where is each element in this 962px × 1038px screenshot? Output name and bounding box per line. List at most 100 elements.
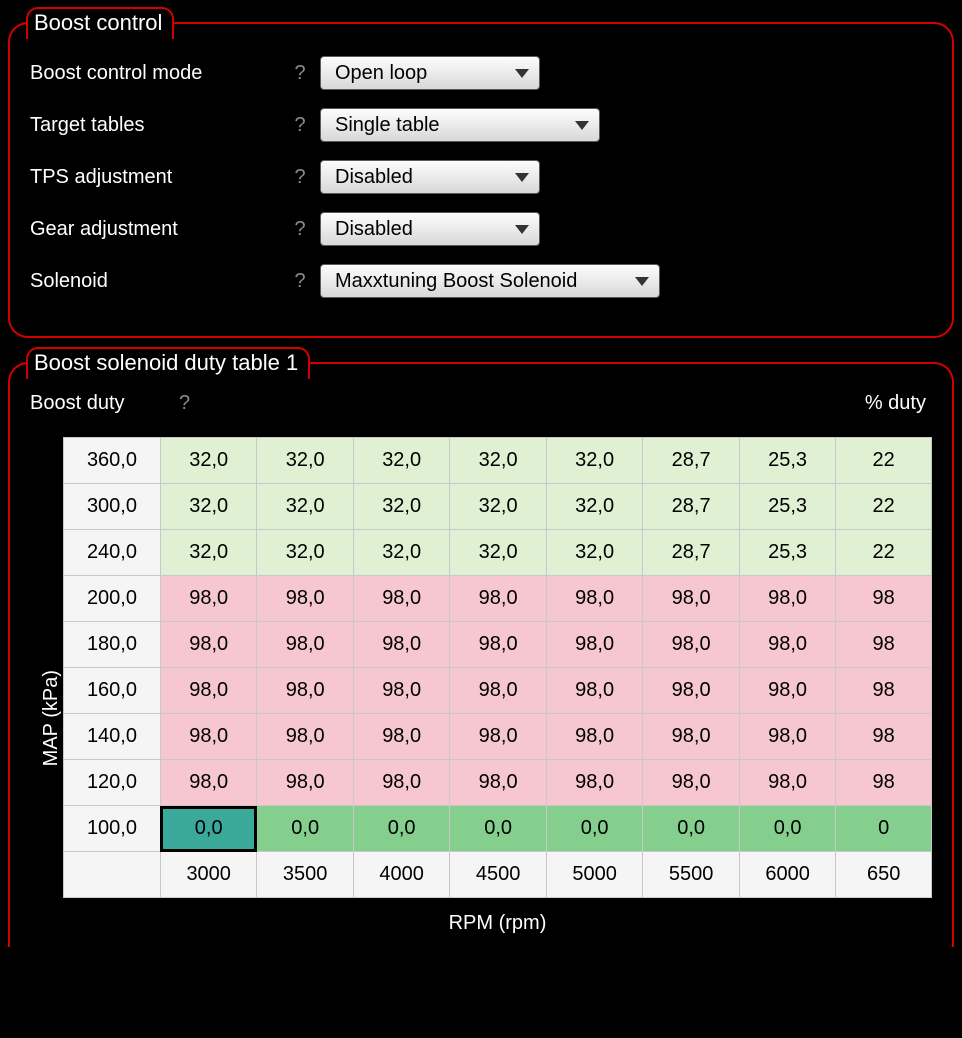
table-cell[interactable]: 28,7 — [643, 530, 739, 576]
table-cell[interactable]: 32,0 — [546, 484, 642, 530]
table-cell[interactable]: 98,0 — [450, 714, 546, 760]
setting-dropdown[interactable]: Maxxtuning Boost Solenoid — [320, 264, 660, 298]
table-cell[interactable]: 98,0 — [643, 622, 739, 668]
table-cell[interactable]: 0,0 — [739, 806, 835, 852]
table-cell[interactable]: 32,0 — [450, 484, 546, 530]
table-cell[interactable]: 0,0 — [643, 806, 739, 852]
table-cell[interactable]: 98,0 — [353, 622, 449, 668]
table-cell[interactable]: 32,0 — [257, 484, 353, 530]
help-icon[interactable]: ? — [280, 166, 320, 189]
table-cell[interactable]: 28,7 — [643, 484, 739, 530]
help-icon[interactable]: ? — [280, 114, 320, 137]
table-cell[interactable]: 98 — [836, 714, 932, 760]
col-header[interactable]: 650 — [836, 852, 932, 898]
table-cell[interactable]: 32,0 — [257, 530, 353, 576]
table-cell[interactable]: 98,0 — [643, 668, 739, 714]
table-cell[interactable]: 32,0 — [353, 484, 449, 530]
table-cell[interactable]: 98,0 — [546, 622, 642, 668]
table-cell[interactable]: 98,0 — [257, 714, 353, 760]
col-header[interactable]: 4500 — [450, 852, 546, 898]
col-header[interactable]: 5000 — [546, 852, 642, 898]
table-cell[interactable]: 98,0 — [546, 576, 642, 622]
table-cell[interactable]: 28,7 — [643, 438, 739, 484]
col-header[interactable]: 4000 — [353, 852, 449, 898]
col-header[interactable]: 6000 — [739, 852, 835, 898]
table-cell[interactable]: 98,0 — [450, 576, 546, 622]
table-cell[interactable]: 98,0 — [353, 714, 449, 760]
table-cell[interactable]: 98,0 — [160, 714, 256, 760]
table-cell[interactable]: 98,0 — [643, 760, 739, 806]
table-cell[interactable]: 0,0 — [546, 806, 642, 852]
table-cell[interactable]: 98,0 — [546, 668, 642, 714]
table-cell[interactable]: 0,0 — [353, 806, 449, 852]
row-header[interactable]: 140,0 — [64, 714, 161, 760]
help-icon[interactable]: ? — [280, 62, 320, 85]
table-cell[interactable]: 25,3 — [739, 438, 835, 484]
help-icon[interactable]: ? — [165, 392, 205, 415]
table-cell[interactable]: 98,0 — [450, 760, 546, 806]
table-cell[interactable]: 25,3 — [739, 530, 835, 576]
help-icon[interactable]: ? — [280, 218, 320, 241]
duty-table[interactable]: 360,032,032,032,032,032,028,725,322300,0… — [63, 437, 932, 898]
row-header[interactable]: 160,0 — [64, 668, 161, 714]
table-cell[interactable]: 98,0 — [546, 760, 642, 806]
row-header[interactable]: 240,0 — [64, 530, 161, 576]
table-cell[interactable]: 98,0 — [739, 622, 835, 668]
setting-dropdown[interactable]: Single table — [320, 108, 600, 142]
table-cell[interactable]: 98,0 — [353, 668, 449, 714]
table-cell[interactable]: 98,0 — [353, 760, 449, 806]
table-cell[interactable]: 98,0 — [643, 576, 739, 622]
table-cell[interactable]: 0 — [836, 806, 932, 852]
table-cell[interactable]: 98,0 — [160, 576, 256, 622]
table-cell[interactable]: 98,0 — [160, 760, 256, 806]
table-cell[interactable]: 98,0 — [257, 576, 353, 622]
help-icon[interactable]: ? — [280, 270, 320, 293]
table-cell[interactable]: 0,0 — [450, 806, 546, 852]
table-cell[interactable]: 98,0 — [257, 760, 353, 806]
table-cell[interactable]: 22 — [836, 530, 932, 576]
table-cell[interactable]: 32,0 — [546, 530, 642, 576]
setting-dropdown[interactable]: Disabled — [320, 212, 540, 246]
table-cell[interactable]: 32,0 — [353, 530, 449, 576]
row-header[interactable]: 120,0 — [64, 760, 161, 806]
row-header[interactable]: 200,0 — [64, 576, 161, 622]
table-cell[interactable]: 98,0 — [257, 622, 353, 668]
setting-dropdown[interactable]: Disabled — [320, 160, 540, 194]
table-cell[interactable]: 98 — [836, 576, 932, 622]
table-cell[interactable]: 98,0 — [450, 668, 546, 714]
table-cell[interactable]: 98,0 — [739, 576, 835, 622]
table-cell[interactable]: 32,0 — [257, 438, 353, 484]
table-cell[interactable]: 98 — [836, 760, 932, 806]
col-header[interactable]: 3000 — [160, 852, 256, 898]
table-cell[interactable]: 32,0 — [450, 530, 546, 576]
row-header[interactable]: 180,0 — [64, 622, 161, 668]
table-cell[interactable]: 0,0 — [257, 806, 353, 852]
table-cell[interactable]: 0,0 — [160, 806, 256, 852]
table-cell[interactable]: 32,0 — [160, 530, 256, 576]
setting-dropdown[interactable]: Open loop — [320, 56, 540, 90]
table-cell[interactable]: 32,0 — [160, 438, 256, 484]
table-cell[interactable]: 32,0 — [353, 438, 449, 484]
table-cell[interactable]: 98 — [836, 622, 932, 668]
row-header[interactable]: 100,0 — [64, 806, 161, 852]
table-cell[interactable]: 25,3 — [739, 484, 835, 530]
table-cell[interactable]: 98,0 — [160, 622, 256, 668]
table-cell[interactable]: 98,0 — [739, 714, 835, 760]
table-cell[interactable]: 32,0 — [160, 484, 256, 530]
col-header[interactable]: 5500 — [643, 852, 739, 898]
table-cell[interactable]: 32,0 — [546, 438, 642, 484]
table-cell[interactable]: 98 — [836, 668, 932, 714]
table-cell[interactable]: 98,0 — [643, 714, 739, 760]
table-cell[interactable]: 98,0 — [353, 576, 449, 622]
table-cell[interactable]: 98,0 — [450, 622, 546, 668]
table-cell[interactable]: 98,0 — [739, 668, 835, 714]
table-cell[interactable]: 98,0 — [546, 714, 642, 760]
row-header[interactable]: 360,0 — [64, 438, 161, 484]
col-header[interactable]: 3500 — [257, 852, 353, 898]
table-cell[interactable]: 22 — [836, 438, 932, 484]
table-cell[interactable]: 22 — [836, 484, 932, 530]
table-cell[interactable]: 32,0 — [450, 438, 546, 484]
table-cell[interactable]: 98,0 — [257, 668, 353, 714]
row-header[interactable]: 300,0 — [64, 484, 161, 530]
table-cell[interactable]: 98,0 — [160, 668, 256, 714]
